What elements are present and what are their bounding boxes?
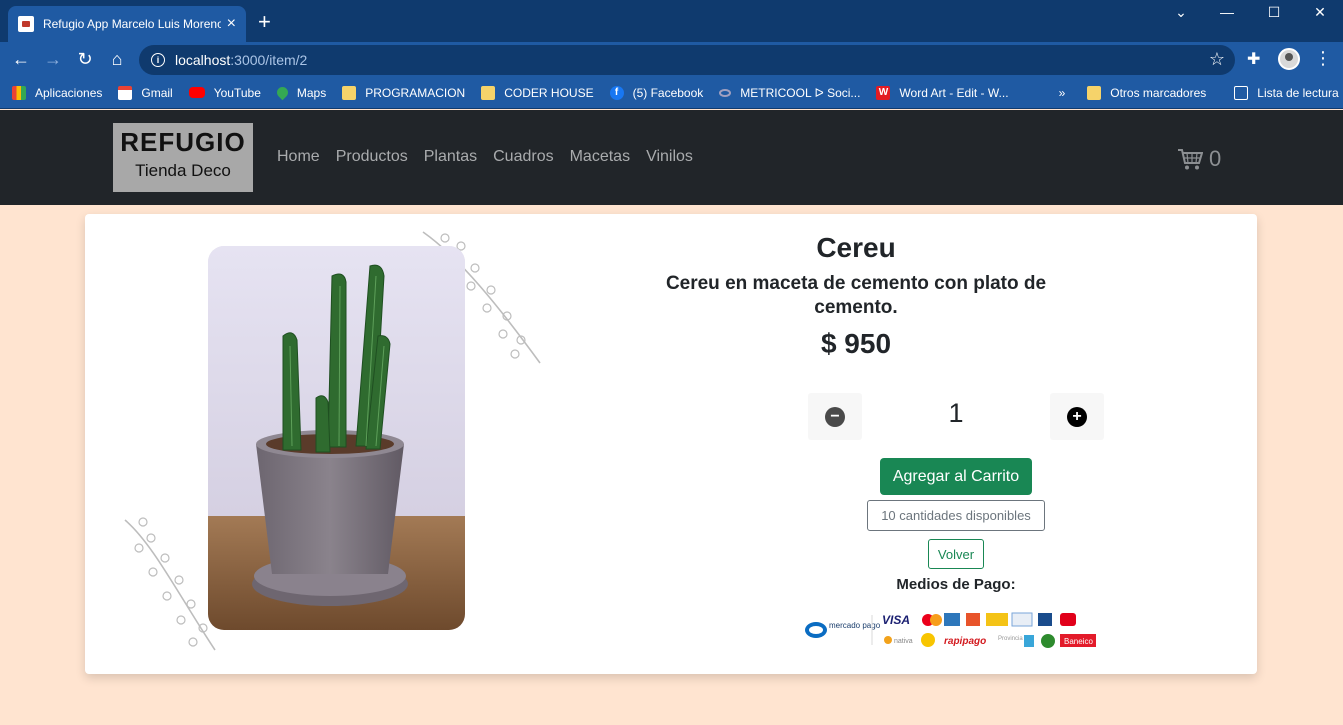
reload-icon[interactable]: ↻ xyxy=(73,48,97,70)
svg-text:nativa: nativa xyxy=(894,638,913,645)
bookmark-wordart[interactable]: W Word Art - Edit - W... xyxy=(876,85,1009,100)
url-host: localhost xyxy=(175,52,231,68)
bookmark-label: CODER HOUSE xyxy=(504,85,594,100)
bookmark-youtube[interactable]: YouTube xyxy=(188,85,261,100)
maps-icon xyxy=(274,84,291,101)
url-path: :3000/item/2 xyxy=(230,52,308,68)
nav-link-home[interactable]: Home xyxy=(277,148,320,166)
product-price: $ 950 xyxy=(820,328,892,359)
forward-arrow-icon[interactable]: → xyxy=(41,48,65,70)
gmail-icon xyxy=(118,85,133,100)
payment-methods-logos: mercado pago VISA nativa rapipago Provin… xyxy=(805,612,1096,648)
tab-search-icon[interactable]: ⌄ xyxy=(1158,4,1204,21)
bookmark-label: Word Art - Edit - W... xyxy=(899,85,1009,100)
overflow-chevron-icon: » xyxy=(1058,85,1066,100)
bookmark-metricool[interactable]: METRICOOL ᐅ Soci... xyxy=(719,86,860,100)
bookmark-label: Otros marcadores xyxy=(1110,85,1207,100)
bookmark-maps[interactable]: Maps xyxy=(274,84,327,101)
apps-icon xyxy=(12,85,26,100)
browser-toolbar: ← → ↻ ⌂ i localhost:3000/item/2 ☆ ✚ ⋮ xyxy=(0,42,1343,77)
nav-link-vinilos[interactable]: Vinilos xyxy=(646,148,693,166)
bookmarks-overflow-button[interactable]: » xyxy=(1059,86,1066,100)
nav-link-macetas[interactable]: Macetas xyxy=(570,148,630,166)
cart-widget[interactable]: 0 xyxy=(1177,146,1221,172)
bookmark-label: Lista de lectura xyxy=(1257,85,1339,100)
product-image xyxy=(208,246,465,630)
nav-link-plantas[interactable]: Plantas xyxy=(424,148,477,166)
rapipago-label: rapipago xyxy=(944,636,986,647)
product-detail-card: Cereu Cereu en maceta de cemento con pla… xyxy=(85,214,1257,674)
quantity-value: 1 xyxy=(948,398,964,428)
youtube-icon xyxy=(188,87,205,98)
browser-titlebar: Refugio App Marcelo Luis Moreno × + ⌄ — … xyxy=(0,0,1343,42)
minus-circle-icon: − xyxy=(825,406,845,427)
product-title: Cereu xyxy=(816,232,896,263)
decrease-quantity-button[interactable]: − xyxy=(808,393,862,440)
bookmark-label: PROGRAMACION xyxy=(365,85,466,100)
close-tab-icon[interactable]: × xyxy=(227,16,236,32)
facebook-icon: f xyxy=(609,85,624,100)
bookmark-gmail[interactable]: Gmail xyxy=(118,85,173,100)
home-icon[interactable]: ⌂ xyxy=(105,48,129,70)
increase-quantity-button[interactable]: + xyxy=(1050,393,1104,440)
baneico-label: Baneico xyxy=(1064,637,1093,646)
site-logo[interactable]: REFUGIO Tienda Deco xyxy=(113,123,253,192)
bookmark-star-icon[interactable]: ☆ xyxy=(1209,49,1225,70)
reading-list[interactable]: Lista de lectura xyxy=(1234,85,1339,100)
favicon-icon xyxy=(18,16,34,32)
bookmark-aplicaciones[interactable]: Aplicaciones xyxy=(12,85,103,100)
logo-main-text: REFUGIO xyxy=(120,127,246,157)
nav-link-productos[interactable]: Productos xyxy=(336,148,408,166)
info-icon[interactable]: i xyxy=(151,53,165,67)
wordart-icon: W xyxy=(876,85,891,100)
folder-icon xyxy=(481,85,496,100)
bookmark-label: Maps xyxy=(296,85,327,100)
bookmark-label: (5) Facebook xyxy=(632,85,704,100)
mercadopago-logo: mercado pago xyxy=(805,621,881,638)
profile-avatar[interactable] xyxy=(1278,48,1300,70)
cactus-photo xyxy=(208,246,465,630)
back-arrow-icon[interactable]: ← xyxy=(9,48,33,70)
close-window-button[interactable]: ✕ xyxy=(1297,4,1343,21)
menu-dots-icon[interactable]: ⋮ xyxy=(1314,48,1332,69)
visa-label: VISA xyxy=(882,613,910,627)
plus-circle-icon: + xyxy=(1067,406,1087,427)
metricool-icon xyxy=(719,88,732,97)
site-navbar: REFUGIO Tienda Deco Home Productos Plant… xyxy=(0,110,1343,205)
stock-badge: 10 cantidades disponibles xyxy=(867,500,1045,531)
add-to-cart-button[interactable]: Agregar al Carrito xyxy=(880,458,1032,495)
maximize-button[interactable]: ☐ xyxy=(1251,4,1297,21)
payment-methods-title: Medios de Pago: xyxy=(896,576,1016,593)
minimize-button[interactable]: — xyxy=(1204,4,1250,20)
tab-title: Refugio App Marcelo Luis Moreno xyxy=(42,17,221,31)
product-description: Cereu en maceta de cemento con plato de … xyxy=(665,273,1047,318)
cart-count: 0 xyxy=(1209,146,1222,171)
bookmark-facebook[interactable]: f (5) Facebook xyxy=(609,85,704,100)
folder-icon xyxy=(1087,85,1102,100)
svg-text:Provincia: Provincia xyxy=(998,636,1023,642)
browser-tab[interactable]: Refugio App Marcelo Luis Moreno × xyxy=(8,6,246,42)
bookmarks-bar: Aplicaciones Gmail YouTube Maps PROGRAMA… xyxy=(0,77,1343,109)
other-bookmarks[interactable]: Otros marcadores xyxy=(1087,85,1207,100)
bookmark-label: Gmail xyxy=(141,85,173,100)
bookmark-label: Aplicaciones xyxy=(35,85,103,100)
reading-list-icon xyxy=(1234,85,1249,100)
cart-icon xyxy=(1178,149,1203,170)
bookmark-coder-house[interactable]: CODER HOUSE xyxy=(481,85,594,100)
back-button[interactable]: Volver xyxy=(928,539,984,569)
logo-sub-text: Tienda Deco xyxy=(135,161,231,180)
nav-links: Home Productos Plantas Cuadros Macetas V… xyxy=(277,148,709,166)
bookmark-label: YouTube xyxy=(213,85,261,100)
folder-icon xyxy=(342,85,357,100)
bookmark-label: METRICOOL ᐅ Soci... xyxy=(740,85,861,100)
new-tab-button[interactable]: + xyxy=(258,11,271,33)
bookmark-programacion[interactable]: PROGRAMACION xyxy=(342,85,466,100)
address-bar[interactable]: i localhost:3000/item/2 ☆ xyxy=(139,45,1235,75)
nav-link-cuadros[interactable]: Cuadros xyxy=(493,148,553,166)
extensions-icon[interactable]: ✚ xyxy=(1247,49,1260,69)
mercadopago-label: mercado pago xyxy=(829,621,881,630)
